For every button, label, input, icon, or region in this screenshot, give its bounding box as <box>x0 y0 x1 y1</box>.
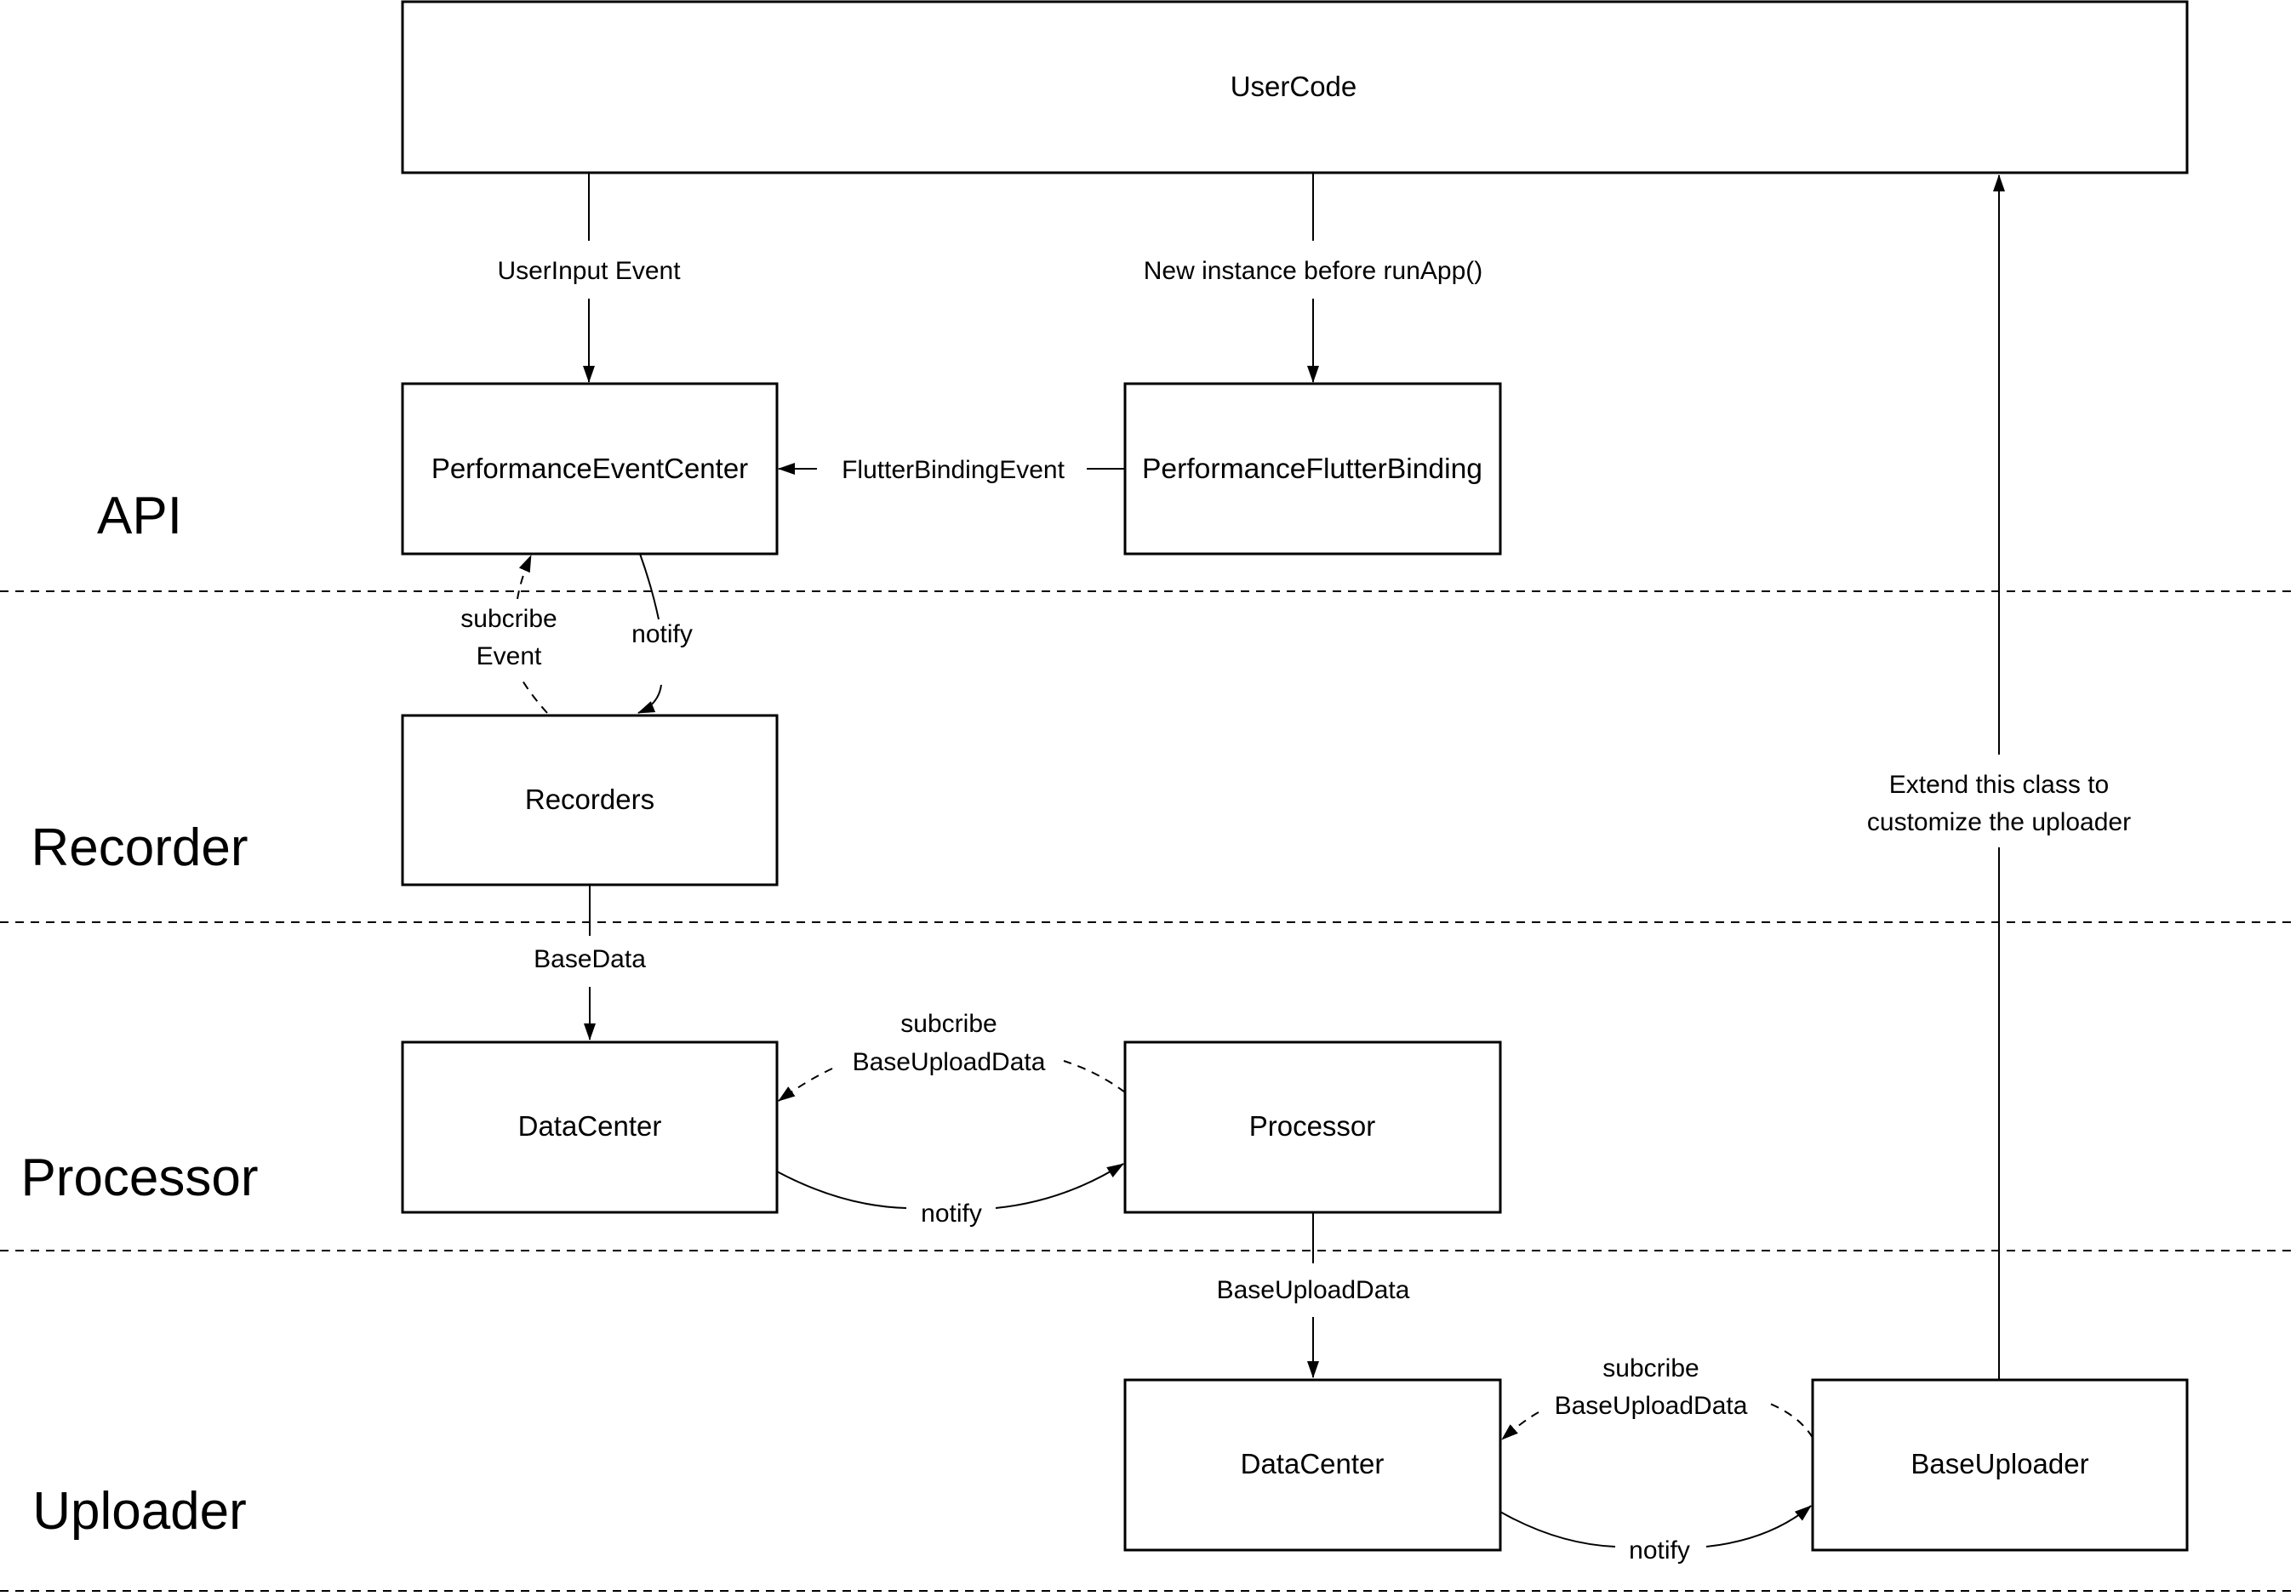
edge-subscribe-uploader: subcribe BaseUploadData <box>1501 1354 1813 1440</box>
edge-subscribe-uploader-line2: BaseUploadData <box>1555 1392 1748 1420</box>
edge-new-instance-label: New instance before runApp() <box>1144 257 1483 285</box>
node-processor-label: Processor <box>1249 1110 1376 1142</box>
node-processor-datacenter[interactable]: DataCenter <box>401 1040 779 1214</box>
architecture-diagram: API Recorder Processor Uploader UserCode… <box>0 0 2296 1592</box>
edge-extend-uploader: Extend this class to customize the uploa… <box>1867 174 2131 1380</box>
edge-subscribe-event-line1: subcribe <box>460 605 557 633</box>
edge-flutter-binding-event-label: FlutterBindingEvent <box>842 456 1065 484</box>
edge-userinput-event: UserInput Event <box>497 173 681 383</box>
edge-notify-processor: notify <box>776 1163 1124 1228</box>
node-performance-event-center[interactable]: PerformanceEventCenter <box>401 382 779 556</box>
edge-subscribe-event: subcribe Event <box>460 555 557 714</box>
node-proc-datacenter-label: DataCenter <box>518 1110 662 1142</box>
edge-basedata-label: BaseData <box>534 945 646 973</box>
edge-subscribe-event-line2: Event <box>477 642 542 670</box>
layer-label-processor: Processor <box>20 1149 258 1207</box>
edge-subscribe-processor-line2: BaseUploadData <box>853 1048 1046 1076</box>
edge-flutter-binding-event: FlutterBindingEvent <box>778 456 1125 484</box>
edge-subscribe-processor: subcribe BaseUploadData <box>778 1010 1126 1102</box>
edge-subscribe-uploader-line1: subcribe <box>1602 1354 1699 1382</box>
edge-notify-processor-label: notify <box>921 1200 982 1228</box>
edge-new-instance: New instance before runApp() <box>1144 173 1483 383</box>
node-performance-flutter-binding[interactable]: PerformanceFlutterBinding <box>1123 382 1502 556</box>
node-upl-datacenter-label: DataCenter <box>1241 1448 1385 1479</box>
node-base-uploader[interactable]: BaseUploader <box>1811 1378 2189 1552</box>
layer-label-uploader: Uploader <box>32 1482 247 1541</box>
edge-subscribe-processor-line1: subcribe <box>900 1010 997 1038</box>
edge-basedata: BaseData <box>534 885 646 1040</box>
node-processor[interactable]: Processor <box>1123 1040 1502 1214</box>
layer-label-api: API <box>97 487 182 545</box>
edge-baseuploaddata-label: BaseUploadData <box>1217 1276 1410 1304</box>
node-base-uploader-label: BaseUploader <box>1910 1448 2088 1479</box>
node-recorders-label: Recorders <box>525 784 654 815</box>
edge-notify-recorders: notify <box>631 553 693 714</box>
edge-extend-line2: customize the uploader <box>1867 808 2131 836</box>
layer-label-recorder: Recorder <box>31 818 248 877</box>
node-event-center-label: PerformanceEventCenter <box>431 453 748 484</box>
node-usercode-label: UserCode <box>1231 71 1357 102</box>
edge-userinput-label: UserInput Event <box>497 257 681 285</box>
edge-baseuploaddata: BaseUploadData <box>1217 1212 1410 1378</box>
node-recorders[interactable]: Recorders <box>401 714 779 886</box>
edge-extend-line1: Extend this class to <box>1889 771 2109 799</box>
node-uploader-datacenter[interactable]: DataCenter <box>1123 1378 1502 1552</box>
edge-notify-uploader-label: notify <box>1629 1536 1690 1565</box>
node-flutter-binding-label: PerformanceFlutterBinding <box>1142 453 1482 484</box>
edge-notify-uploader: notify <box>1499 1505 1812 1565</box>
edge-notify-recorders-label: notify <box>631 620 693 648</box>
node-usercode[interactable]: UserCode <box>401 0 2189 174</box>
